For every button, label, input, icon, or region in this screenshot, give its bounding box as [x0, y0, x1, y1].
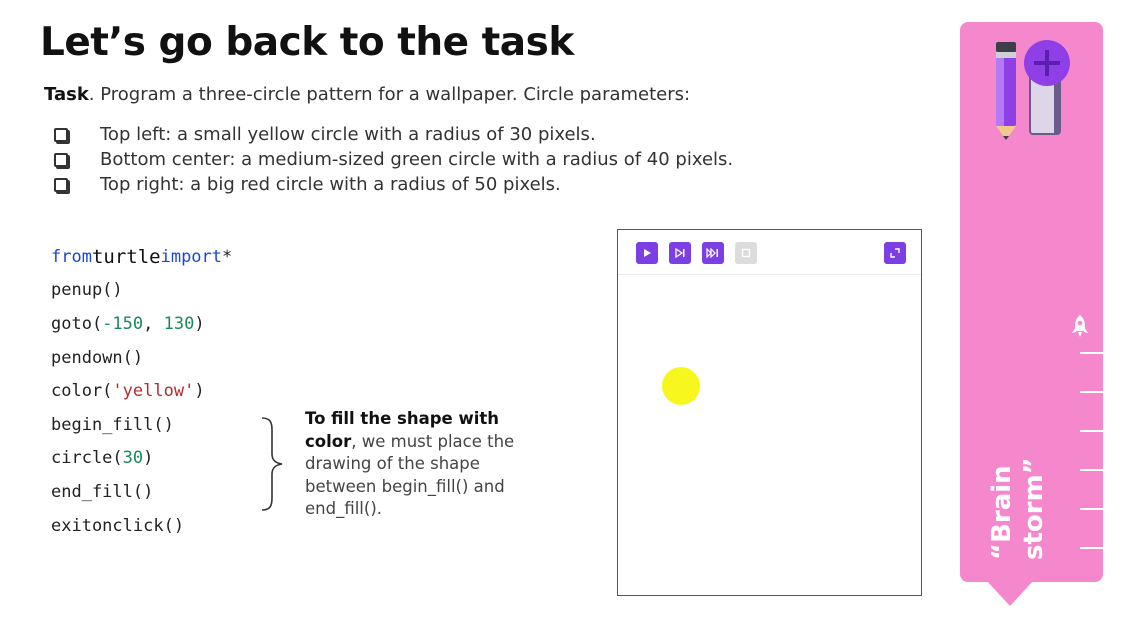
- task-label: Task: [44, 84, 89, 105]
- code-keyword: import: [160, 246, 223, 267]
- checkbox-bullet-icon: [54, 127, 68, 142]
- fill-note: To fill the shape with color, we must pl…: [305, 408, 555, 521]
- code-number: 130: [163, 313, 195, 334]
- parameter-text: Top left: a small yellow circle with a r…: [100, 124, 596, 145]
- brainstorm-line-1: “Brain: [987, 465, 1017, 560]
- brainstorm-line-2: storm”: [1019, 457, 1049, 560]
- pencil-book-plus-icon: [996, 40, 1070, 140]
- code-module: turtle: [91, 245, 161, 268]
- code-text: ): [194, 381, 205, 402]
- code-line-begin-fill: begin_fill(): [51, 414, 174, 435]
- turtle-canvas[interactable]: [618, 275, 921, 595]
- code-text: circle(: [51, 448, 123, 469]
- list-item: Top right: a big red circle with a radiu…: [54, 172, 733, 197]
- ruler-tick: [1080, 469, 1104, 471]
- code-line-goto: goto(-150, 130): [51, 307, 232, 341]
- task-description: Task. Program a three-circle pattern for…: [44, 84, 690, 105]
- code-text: color(: [51, 381, 113, 402]
- play-icon[interactable]: [636, 242, 658, 264]
- parameter-text: Top right: a big red circle with a radiu…: [100, 174, 561, 195]
- rocket-icon: [1072, 315, 1088, 337]
- ruler-tick: [1080, 547, 1104, 549]
- code-number: -150: [102, 313, 144, 334]
- stop-icon[interactable]: [735, 242, 757, 264]
- checkbox-bullet-icon: [54, 152, 68, 167]
- code-line-circle: circle(30): [51, 442, 232, 476]
- code-line-import: from turtle import *: [51, 240, 232, 274]
- list-item: Top left: a small yellow circle with a r…: [54, 122, 733, 147]
- code-line-color: color('yellow'): [51, 374, 232, 408]
- code-text: ,: [143, 313, 164, 334]
- code-star: *: [222, 246, 233, 267]
- ruler-tick: [1080, 352, 1104, 354]
- skip-forward-icon[interactable]: [702, 242, 724, 264]
- code-line-end-fill: end_fill(): [51, 481, 154, 502]
- code-keyword: from: [51, 246, 92, 267]
- parameter-text: Bottom center: a medium-sized green circ…: [100, 149, 734, 170]
- ruler-tick: [1080, 391, 1104, 393]
- code-number: 30: [122, 448, 144, 469]
- checkbox-bullet-icon: [54, 177, 68, 192]
- ruler-tick: [1080, 430, 1104, 432]
- page-title: Let’s go back to the task: [40, 20, 574, 65]
- turtle-toolbar: [618, 230, 921, 275]
- task-text: . Program a three-circle pattern for a w…: [88, 84, 691, 105]
- circle-parameters-list: Top left: a small yellow circle with a r…: [54, 122, 733, 197]
- code-line-pendown: pendown(): [51, 347, 144, 368]
- yellow-circle: [662, 367, 700, 405]
- code-text: ): [143, 448, 154, 469]
- code-block: from turtle import * penup() goto(-150, …: [51, 240, 232, 542]
- curly-brace-icon: [261, 417, 283, 511]
- step-forward-icon[interactable]: [669, 242, 691, 264]
- code-text: ): [194, 313, 205, 334]
- code-line-penup: penup(): [51, 280, 123, 301]
- turtle-output-window: [617, 229, 922, 596]
- code-string: 'yellow': [112, 381, 195, 402]
- code-line-exitonclick: exitonclick(): [51, 515, 185, 536]
- fullscreen-icon[interactable]: [884, 242, 906, 264]
- list-item: Bottom center: a medium-sized green circ…: [54, 147, 733, 172]
- panel-pointer: [986, 580, 1034, 606]
- brainstorm-label: “Brain storm”: [958, 440, 1078, 560]
- ruler-tick: [1080, 508, 1104, 510]
- code-text: goto(: [51, 313, 103, 334]
